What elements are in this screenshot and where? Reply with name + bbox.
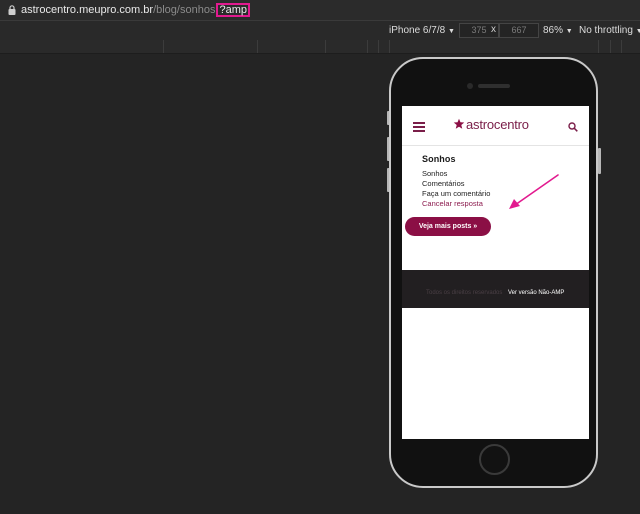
chevron-down-icon: ▼ [447, 28, 455, 35]
url-path: /blog/sonhos [153, 4, 216, 16]
url-query-highlight: ?amp [216, 3, 250, 17]
section-title: Sonhos [422, 154, 456, 164]
footer-copyright: Todos os direitos reservados [426, 290, 503, 296]
lock-icon [8, 5, 16, 15]
logo-text: astrocentro [466, 117, 529, 132]
link-sonhos[interactable]: Sonhos [422, 169, 490, 179]
link-comentarios[interactable]: Comentários [422, 179, 490, 189]
site-footer: Todos os direitos reservados Ver versão … [402, 270, 589, 308]
more-posts-button[interactable]: Veja mais posts » [405, 217, 491, 236]
device-viewport: astrocentro Sonhos Sonhos Comentários Fa… [402, 106, 589, 439]
zoom-value: 86% [543, 25, 564, 36]
search-icon[interactable] [568, 122, 578, 132]
device-name: iPhone 6/7/8 [389, 25, 446, 36]
url-text[interactable]: astrocentro.meupro.com.br/blog/sonhos ?am… [21, 3, 250, 17]
link-cancelar-resposta[interactable]: Cancelar resposta [422, 199, 490, 209]
dimension-separator: x [491, 24, 496, 35]
address-bar[interactable]: astrocentro.meupro.com.br/blog/sonhos ?am… [0, 0, 640, 21]
site-logo[interactable]: astrocentro [453, 117, 529, 133]
throttling-value: No throttling [579, 25, 633, 36]
star-icon [453, 118, 465, 129]
arrow-annotation [509, 174, 559, 209]
zoom-select[interactable]: 86% ▼ [543, 24, 573, 38]
main-content: Sonhos Sonhos Comentários Faça um coment… [422, 153, 490, 209]
phone-power-button [598, 148, 601, 174]
url-host: astrocentro.meupro.com.br [21, 4, 154, 16]
phone-camera [467, 83, 473, 89]
phone-home-button[interactable] [479, 444, 510, 475]
section-link-list: Sonhos Comentários Faça um comentário Ca… [422, 169, 490, 209]
device-select[interactable]: iPhone 6/7/8 ▼ [389, 24, 455, 38]
device-toolbar: iPhone 6/7/8 ▼ 375 x 667 86% ▼ No thrott… [0, 21, 640, 40]
media-query-ruler[interactable] [0, 40, 640, 54]
hamburger-menu-icon[interactable] [413, 122, 425, 132]
height-input[interactable]: 667 [499, 23, 539, 38]
throttling-select[interactable]: No throttling ▼ [579, 24, 640, 38]
site-header: astrocentro [402, 106, 589, 146]
link-faca-um-comentario[interactable]: Faça um comentário [422, 189, 490, 199]
phone-speaker [478, 84, 510, 88]
chevron-down-icon: ▼ [565, 28, 573, 35]
non-amp-link[interactable]: Ver versão Não-AMP [508, 289, 564, 297]
chevron-down-icon: ▼ [635, 28, 640, 35]
